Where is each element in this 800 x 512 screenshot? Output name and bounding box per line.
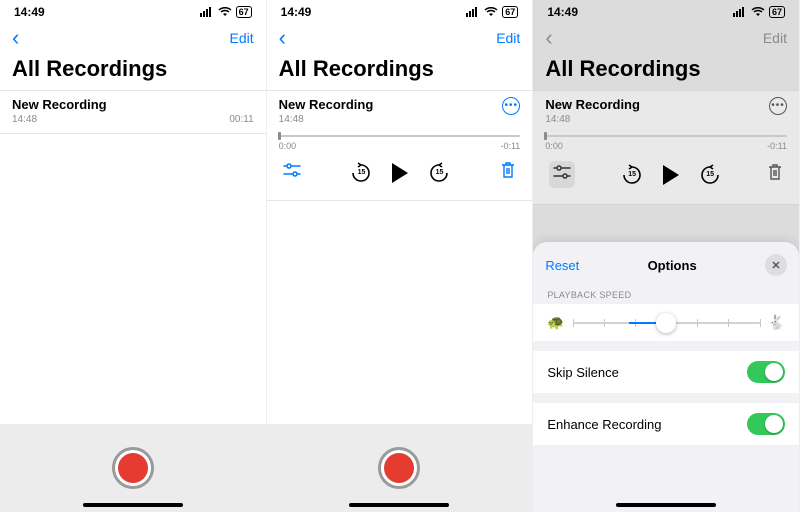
scrubber-current: 0:00 (545, 141, 563, 151)
options-sliders-icon[interactable] (549, 161, 575, 188)
recording-name: New Recording (12, 97, 107, 112)
playback-controls: 15 15 (279, 151, 521, 192)
status-time: 14:49 (14, 5, 45, 19)
record-button-inner (118, 453, 148, 483)
recording-time: 14:48 (279, 114, 374, 125)
recording-name: New Recording (545, 97, 640, 112)
skip-silence-toggle[interactable] (747, 361, 785, 383)
skip-back-button[interactable]: 15 (621, 164, 643, 186)
page-title: All Recordings (0, 52, 266, 90)
trash-icon[interactable] (500, 161, 516, 184)
status-bar: 14:49 67 (267, 0, 533, 24)
skip-silence-row: Skip Silence (533, 351, 799, 393)
record-button[interactable] (378, 447, 420, 489)
sheet-title: Options (648, 258, 697, 273)
playback-speed-card: 🐢 🐇 (533, 304, 799, 341)
back-chevron-icon[interactable]: ‹ (279, 25, 286, 51)
close-icon: ✕ (771, 259, 780, 272)
options-sliders-icon[interactable] (283, 163, 301, 182)
scrubber-knob[interactable] (278, 132, 281, 140)
play-button[interactable] (392, 163, 408, 183)
scrubber-remaining: -0:11 (500, 141, 520, 151)
recording-row-expanded: New Recording 14:48 ••• 0:00 -0:11 15 (533, 90, 799, 205)
battery-icon: 67 (502, 6, 518, 18)
recording-time: 14:48 (545, 114, 640, 125)
scrubber[interactable]: 0:00 -0:11 (545, 135, 787, 151)
ellipsis-icon: ••• (505, 101, 519, 111)
battery-icon: 67 (769, 6, 785, 18)
sheet-reset-button[interactable]: Reset (545, 258, 579, 273)
status-bar: 14:49 67 (533, 0, 799, 24)
signal-icon (733, 7, 747, 17)
scrubber-remaining: -0:11 (767, 141, 787, 151)
ellipsis-icon: ••• (771, 101, 785, 111)
options-sheet: Reset Options ✕ PLAYBACK SPEED 🐢 (533, 242, 799, 512)
nav-bar: ‹ Edit (0, 24, 266, 52)
recording-duration: 00:11 (229, 114, 253, 125)
more-options-button[interactable]: ••• (502, 97, 520, 115)
status-time: 14:49 (281, 5, 312, 19)
skip-forward-button[interactable]: 15 (428, 162, 450, 184)
recording-row-expanded: New Recording 14:48 ••• 0:00 -0:11 15 (267, 90, 533, 201)
signal-icon (200, 7, 214, 17)
record-footer (0, 424, 266, 512)
back-chevron-icon: ‹ (545, 25, 552, 51)
recording-time: 14:48 (12, 114, 107, 125)
scrubber[interactable]: 0:00 -0:11 (279, 135, 521, 151)
playback-controls: 15 15 (545, 151, 787, 196)
sheet-close-button[interactable]: ✕ (765, 254, 787, 276)
home-indicator[interactable] (616, 503, 716, 507)
page-title: All Recordings (533, 52, 799, 90)
record-button-inner (384, 453, 414, 483)
status-bar: 14:49 67 (0, 0, 266, 24)
recording-name: New Recording (279, 97, 374, 112)
speed-slider-knob[interactable] (656, 313, 676, 333)
enhance-recording-toggle[interactable] (747, 413, 785, 435)
home-indicator[interactable] (83, 503, 183, 507)
speed-slider[interactable] (573, 322, 760, 324)
record-button[interactable] (112, 447, 154, 489)
rabbit-icon: 🐇 (768, 314, 785, 331)
edit-button[interactable]: Edit (496, 30, 520, 46)
skip-back-button[interactable]: 15 (350, 162, 372, 184)
enhance-recording-row: Enhance Recording (533, 403, 799, 445)
scrubber-knob[interactable] (544, 132, 547, 140)
skip-silence-label: Skip Silence (547, 365, 619, 380)
record-footer (267, 424, 533, 512)
page-title: All Recordings (267, 52, 533, 90)
screen-expanded: 14:49 67 ‹ Edit All Recordings New Recor… (267, 0, 534, 512)
wifi-icon (484, 7, 498, 17)
home-indicator[interactable] (349, 503, 449, 507)
skip-forward-button[interactable]: 15 (699, 164, 721, 186)
wifi-icon (218, 7, 232, 17)
playback-speed-label: PLAYBACK SPEED (533, 286, 799, 304)
scrubber-current: 0:00 (279, 141, 297, 151)
screen-options-sheet: 14:49 67 ‹ Edit All Recordings New Recor… (533, 0, 800, 512)
screen-collapsed: 14:49 67 ‹ Edit All Recordings New Recor… (0, 0, 267, 512)
recording-row[interactable]: New Recording 14:48 00:11 (0, 90, 266, 134)
trash-icon[interactable] (767, 163, 783, 186)
nav-bar: ‹ Edit (533, 24, 799, 52)
turtle-icon: 🐢 (547, 314, 564, 331)
more-options-button[interactable]: ••• (769, 97, 787, 115)
nav-bar: ‹ Edit (267, 24, 533, 52)
back-chevron-icon[interactable]: ‹ (12, 25, 19, 51)
edit-button[interactable]: Edit (230, 30, 254, 46)
edit-button[interactable]: Edit (763, 30, 787, 46)
signal-icon (466, 7, 480, 17)
enhance-recording-label: Enhance Recording (547, 417, 661, 432)
battery-icon: 67 (236, 6, 252, 18)
wifi-icon (751, 7, 765, 17)
play-button[interactable] (663, 165, 679, 185)
status-time: 14:49 (547, 5, 578, 19)
